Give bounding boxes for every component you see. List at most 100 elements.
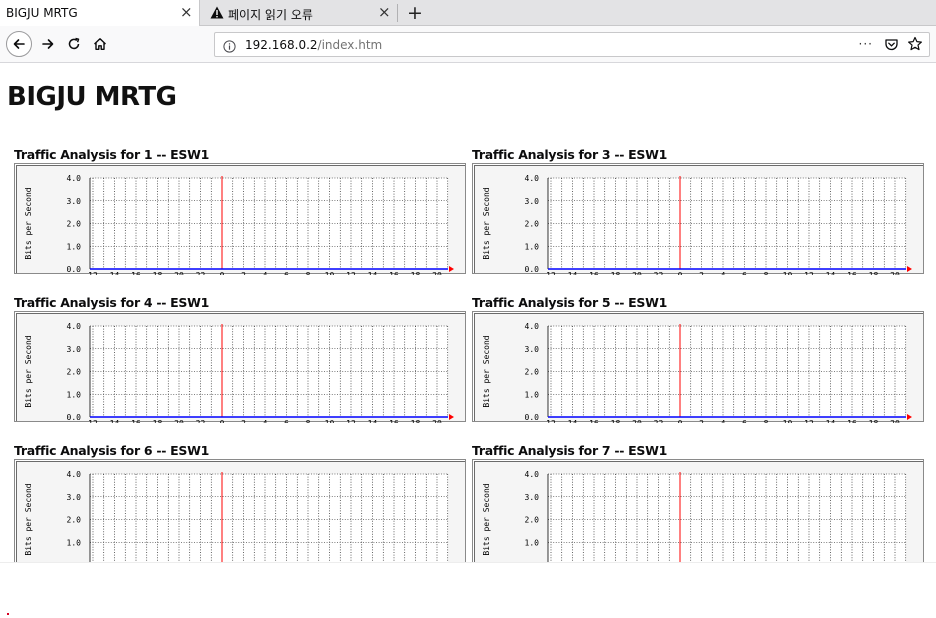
traffic-graph[interactable]: 4.03.02.01.00.01214161820220246810121416… [14,163,466,275]
y-tick-label: 3.0 [525,197,540,206]
x-tick-label: 0 [678,271,683,275]
panel-title: Traffic Analysis for 1 -- ESW1 [14,147,209,162]
traffic-graph[interactable]: 4.03.02.01.00.01214161820220246810121416… [472,311,924,423]
x-tick-label: 18 [411,271,421,275]
x-tick-label: 16 [589,271,599,275]
status-dot [7,613,9,615]
y-tick-label: 4.0 [67,174,82,183]
x-tick-label: 14 [110,271,120,275]
x-tick-label: 6 [284,419,289,423]
x-tick-label: 14 [110,419,120,423]
pocket-icon[interactable] [884,37,899,56]
panel-title: Traffic Analysis for 4 -- ESW1 [14,295,209,310]
panel-title: Traffic Analysis for 6 -- ESW1 [14,443,209,458]
tab-page-read-error[interactable]: 페이지 읽기 오류 × [200,0,397,26]
x-tick-label: 12 [346,419,356,423]
status-area [0,562,936,618]
y-tick-label: 3.0 [525,345,540,354]
graph-svg: 4.03.02.01.00.01214161820220246810121416… [482,174,912,275]
x-tick-label: 0 [220,271,225,275]
x-tick-label: 14 [568,271,578,275]
x-tick-label: 12 [346,271,356,275]
x-tick-label: 16 [847,271,857,275]
y-axis-label: Bits per Second [24,187,33,259]
x-tick-label: 14 [368,419,378,423]
x-tick-label: 22 [654,419,664,423]
close-tab-icon[interactable]: × [378,5,391,20]
x-axis-arrow [907,266,912,272]
x-tick-label: 20 [890,419,900,423]
panel-title: Traffic Analysis for 7 -- ESW1 [472,443,667,458]
x-tick-label: 6 [284,271,289,275]
traffic-graph[interactable]: 4.03.02.01.00.01214161820220246810121416… [472,163,924,275]
tab-bigju-mrtg[interactable]: BIGJU MRTG × [0,0,200,26]
page-actions-button[interactable]: ··· [859,37,873,51]
y-tick-label: 2.0 [525,220,540,229]
x-tick-label: 14 [368,271,378,275]
home-button[interactable] [88,32,112,56]
x-tick-label: 16 [131,271,141,275]
y-axis-label: Bits per Second [482,335,491,407]
x-tick-label: 2 [241,419,246,423]
x-tick-label: 12 [546,419,556,423]
url-path: /index.htm [317,38,383,52]
x-tick-label: 20 [174,271,184,275]
reload-button[interactable] [62,32,86,56]
traffic-graph[interactable]: 4.03.02.01.00.01214161820220246810121416… [472,459,924,562]
y-tick-label: 2.0 [525,516,540,525]
y-tick-label: 3.0 [525,493,540,502]
x-tick-label: 6 [742,271,747,275]
forward-icon [42,39,54,49]
tab-title: BIGJU MRTG [6,6,78,20]
y-tick-label: 1.0 [67,390,82,399]
y-tick-label: 4.0 [67,322,82,331]
close-tab-icon[interactable]: × [180,5,193,20]
x-tick-label: 0 [220,419,225,423]
y-tick-label: 3.0 [67,197,82,206]
x-tick-label: 0 [678,419,683,423]
new-tab-button[interactable]: + [404,0,426,26]
y-tick-label: 0.0 [525,265,540,274]
x-tick-label: 8 [306,271,311,275]
x-tick-label: 16 [131,419,141,423]
x-tick-label: 16 [589,419,599,423]
x-tick-label: 12 [88,419,98,423]
x-tick-label: 10 [325,271,335,275]
y-tick-label: 1.0 [525,390,540,399]
traffic-graph[interactable]: 4.03.02.01.00.01214161820220246810121416… [14,311,466,423]
page-viewport: BIGJU MRTG Traffic Analysis for 1 -- ESW… [0,63,936,562]
url-text[interactable]: 192.168.0.2/index.htm [245,38,382,52]
x-tick-label: 2 [699,271,704,275]
x-tick-label: 22 [654,271,664,275]
y-tick-label: 1.0 [525,242,540,251]
x-tick-label: 20 [432,271,442,275]
y-tick-label: 1.0 [67,242,82,251]
y-tick-label: 4.0 [67,470,82,479]
y-tick-label: 2.0 [67,220,82,229]
x-tick-label: 6 [742,419,747,423]
forward-button[interactable] [36,32,60,56]
url-host: 192.168.0.2 [245,38,318,52]
y-tick-label: 0.0 [525,413,540,422]
x-tick-label: 10 [783,271,793,275]
x-axis-arrow [449,414,454,420]
tab-title: 페이지 읽기 오류 [228,8,313,22]
y-tick-label: 4.0 [525,174,540,183]
traffic-graph[interactable]: 4.03.02.01.00.01214161820220246810121416… [14,459,466,562]
x-tick-label: 20 [174,419,184,423]
back-button[interactable] [6,31,32,57]
graph-svg: 4.03.02.01.00.01214161820220246810121416… [482,322,912,423]
x-tick-label: 14 [826,419,836,423]
graph-svg: 4.03.02.01.00.01214161820220246810121416… [482,470,907,562]
info-icon[interactable] [223,38,236,57]
x-tick-label: 12 [88,271,98,275]
x-tick-label: 22 [196,419,206,423]
x-tick-label: 10 [325,419,335,423]
y-tick-label: 4.0 [525,322,540,331]
graph-svg: 4.03.02.01.00.01214161820220246810121416… [24,174,454,275]
star-icon[interactable] [907,36,923,56]
x-tick-label: 18 [153,271,163,275]
home-icon [94,38,106,50]
url-bar[interactable]: 192.168.0.2/index.htm ··· [214,32,930,57]
x-tick-label: 18 [869,271,879,275]
